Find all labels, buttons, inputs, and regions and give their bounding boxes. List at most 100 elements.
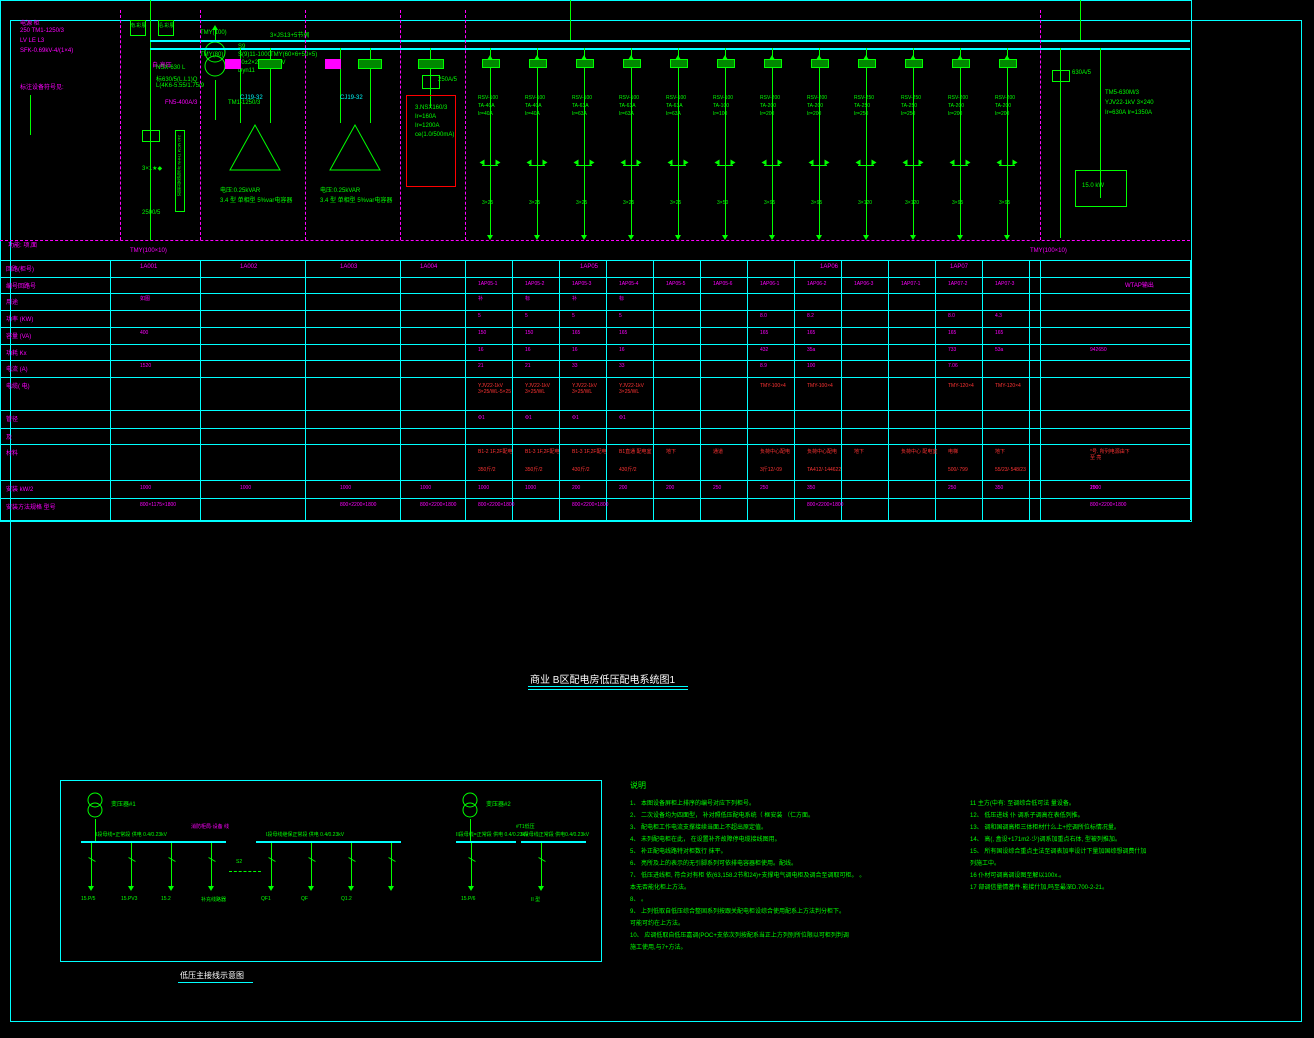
bus1 bbox=[81, 841, 226, 843]
feeder-riser bbox=[772, 48, 773, 238]
cell: 1AP07-3 bbox=[995, 281, 1014, 287]
cell: 150 bbox=[525, 331, 533, 337]
cell: 标 bbox=[619, 297, 624, 303]
cell: 800×1175×1800 bbox=[140, 503, 176, 509]
cell: 负荷中心 配电室 bbox=[901, 450, 937, 456]
cell: 地下 bbox=[666, 450, 676, 456]
cap-delta-1 bbox=[225, 120, 285, 180]
arrow bbox=[88, 886, 94, 891]
gen-mdl: TM5-630M/3 bbox=[1105, 90, 1139, 96]
fd-sw: RSV-100 bbox=[572, 95, 592, 101]
note-line: 1、 本图设备屏柜上排序的编号对应下列柜号。 bbox=[630, 798, 940, 807]
tbl-h bbox=[0, 520, 1190, 521]
note-line: 14、 高(, 盒设+171m2·少)调系加重点右体, 型被列推加。 bbox=[970, 834, 1250, 843]
meter-g2: 沿.彩展 bbox=[158, 22, 174, 29]
drawing-title: 商业 B区配电房低压配电系统图1 bbox=[530, 671, 675, 686]
vdash bbox=[305, 10, 306, 240]
cell: 800×2200×1800 bbox=[572, 503, 608, 509]
fd-ct: TA-63A bbox=[572, 103, 589, 109]
fuse bbox=[999, 59, 1017, 68]
vdash bbox=[200, 10, 201, 240]
cell: 电梯 bbox=[948, 450, 958, 456]
cell: 1AP07-1 bbox=[901, 281, 920, 287]
tbl-v bbox=[465, 260, 466, 520]
a bbox=[684, 160, 689, 166]
tbl-hdr: 安装方法规格 型号 bbox=[6, 502, 56, 511]
note-line: 10、 应调低取自低压嘉调(POC+支依次列按配系当正上方列别所位限以可柜列判调 bbox=[630, 930, 940, 939]
ct2: 3×1★◆ bbox=[142, 165, 162, 172]
cell: 5 bbox=[619, 314, 622, 320]
tbl-h bbox=[0, 360, 1190, 361]
fuse bbox=[325, 59, 341, 69]
tbl-h bbox=[0, 428, 1190, 429]
cell: TA412/·144622 bbox=[807, 468, 841, 474]
fuse bbox=[952, 59, 970, 68]
spare-box bbox=[406, 95, 456, 187]
cell: Φ1 bbox=[619, 416, 626, 422]
bb4: TMY(60×6+50×5) bbox=[270, 52, 317, 58]
vdash bbox=[1040, 10, 1041, 240]
cell: Φ1 bbox=[572, 416, 579, 422]
wtap-note: WTAP输出 bbox=[1125, 280, 1154, 289]
busbar-r: TMY(100×10) bbox=[1030, 248, 1067, 254]
a bbox=[543, 160, 548, 166]
sw-blade bbox=[268, 857, 275, 862]
tbl-h bbox=[0, 410, 1190, 411]
tbl-v bbox=[841, 260, 842, 520]
cad-drawing-canvas: S9 S(9)11-1000 10±2×2.5%/0.4kV Dyn11 自.高… bbox=[0, 0, 1314, 1038]
cell: 3斤12/·09 bbox=[760, 468, 782, 474]
sw-riser bbox=[131, 843, 132, 888]
sw-blade bbox=[388, 857, 395, 862]
incoming-sw: NSX-630 L bbox=[156, 65, 185, 71]
sw-riser bbox=[391, 843, 392, 888]
cell: 800×2200×1800 bbox=[478, 503, 514, 509]
cell: YJV22-1kV 3×25/WL bbox=[572, 384, 616, 395]
note-line: 5、 补正配电线路特对柜数行 抹平。 bbox=[630, 846, 940, 855]
cell: 430斤/2 bbox=[572, 468, 590, 474]
cell: Φ1 bbox=[478, 416, 485, 422]
cell: 5 bbox=[525, 314, 528, 320]
cell: 5 bbox=[478, 314, 481, 320]
fd-rt: Ir=63A bbox=[572, 111, 587, 117]
bb2: TMY(80) bbox=[200, 52, 223, 58]
line bbox=[30, 95, 31, 135]
note-line: 16 仆材可调高调设图至解以100x.。 bbox=[970, 870, 1250, 879]
cell: 标 bbox=[525, 297, 530, 303]
legend: 标注设备符号见: bbox=[20, 82, 64, 91]
tbl-v bbox=[305, 260, 306, 520]
fd-ct: TA-250 bbox=[901, 103, 917, 109]
tbl-hdr: 回路(柜号) bbox=[6, 264, 34, 273]
busbar1: TMY(100×10) bbox=[130, 248, 167, 254]
cell: 1AP07 bbox=[950, 264, 968, 270]
cell: TMY-120×4 bbox=[948, 384, 974, 390]
arrow bbox=[468, 886, 474, 891]
sw-riser bbox=[541, 843, 542, 888]
cell: 负荷中心配电 bbox=[807, 450, 837, 456]
info4: SFK-0.69kV-4/(1×4) bbox=[20, 48, 73, 54]
note-line: 3、 配电柜工作电流支撑接续当面上不超出原定值。 bbox=[630, 822, 940, 831]
in-ct: 标630/5(L.L1)Q bbox=[156, 74, 197, 83]
bus-tap bbox=[570, 0, 571, 40]
cell: B1-2 1F,2F配电 bbox=[478, 450, 512, 456]
fd-cb: 3×120 bbox=[905, 200, 919, 206]
a bbox=[496, 160, 501, 166]
sw-lbl: Q1.2 bbox=[341, 896, 352, 902]
note-line: 13、 调和国调高柜三体柜材什么上+控调所位标情况量。 bbox=[970, 822, 1250, 831]
cell: 430斤/2 bbox=[619, 468, 637, 474]
feeder-riser bbox=[490, 48, 491, 238]
fuse bbox=[576, 59, 594, 68]
tbl-v bbox=[888, 260, 889, 520]
tbl-v bbox=[935, 260, 936, 520]
tbl-hdr: 电缆( 电) bbox=[6, 381, 30, 390]
cell: *号. 所列电源由下至 亮 bbox=[1090, 450, 1134, 461]
tbl-h bbox=[0, 498, 1190, 499]
fd-ct: TA-100 bbox=[713, 103, 729, 109]
cell: 500/·799 bbox=[948, 468, 968, 474]
title-ul bbox=[528, 686, 688, 687]
tbl-hdr: 用途 bbox=[6, 297, 18, 306]
fd-sw: RSV-200 bbox=[807, 95, 827, 101]
note-line: 8、 。 bbox=[630, 894, 940, 903]
cell: 942650 bbox=[1090, 348, 1107, 354]
fd-sw: RSV-100 bbox=[525, 95, 545, 101]
cell: 200 bbox=[619, 486, 627, 492]
